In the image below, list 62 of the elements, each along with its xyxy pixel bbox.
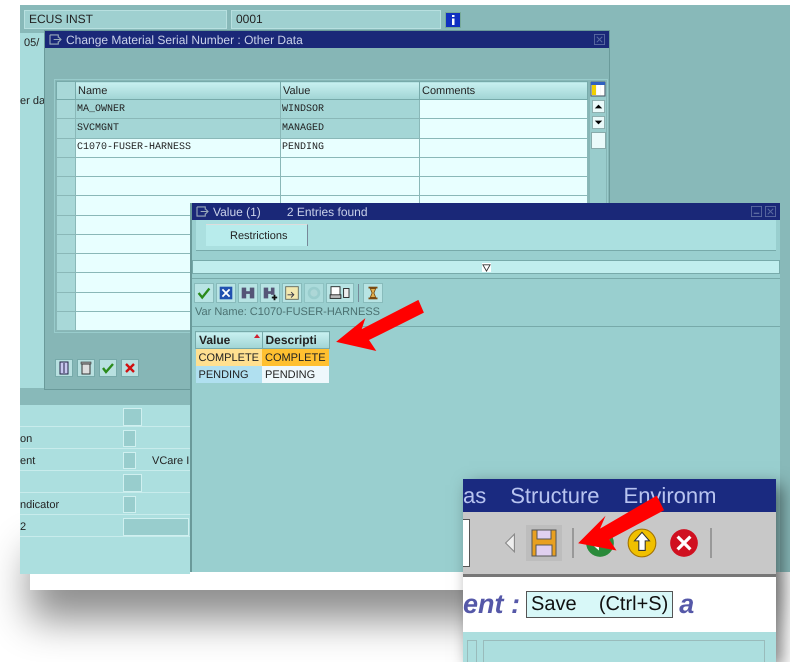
scroll-up-icon[interactable] [592,100,604,113]
checkbox[interactable] [123,452,136,469]
table-cell: SVCMGNT [76,118,280,138]
tooltip: Save (Ctrl+S) [526,591,674,618]
table-cell[interactable]: COMPLETE [196,348,262,366]
column-settings-icon[interactable] [590,81,606,97]
table-cell: PENDING [280,138,420,158]
up-icon[interactable] [626,527,658,559]
left-triangle-icon[interactable] [504,532,516,554]
column-header[interactable]: Value [196,332,262,348]
info-icon[interactable] [445,12,461,28]
field-label: ent [20,454,36,466]
column-header[interactable]: Comments [420,82,588,100]
field-label: on [20,432,32,444]
cancel-icon[interactable] [121,359,139,377]
input-field[interactable] [463,519,470,567]
trash-icon[interactable] [77,359,95,377]
field-label: VCare I [152,454,190,466]
window-title: Value (1) [213,204,261,218]
text-field[interactable]: 0001 [231,10,441,29]
expand-icon[interactable] [482,262,490,272]
close-icon[interactable] [594,34,605,45]
binoculars-plus-icon[interactable] [260,283,280,303]
table-cell: MA_OWNER [76,100,280,119]
cancel-icon[interactable] [668,527,700,559]
scrollbar-thumb[interactable] [590,132,606,149]
checkbox[interactable] [123,496,136,513]
check-icon[interactable] [99,359,117,377]
details-icon[interactable] [55,359,73,377]
menu-item[interactable]: as [463,482,486,508]
check-icon[interactable] [194,283,214,303]
window-title: Change Material Serial Number : Other Data [66,32,303,46]
screen-heading: ent : [463,589,520,620]
text-field[interactable]: ECUS INST [24,10,227,29]
binoculars-icon[interactable] [238,283,258,303]
window-icon [49,34,62,45]
close-icon[interactable] [765,206,776,217]
print-icon[interactable] [326,283,354,303]
table-cell[interactable]: PENDING [262,366,330,383]
table-cell: MANAGED [280,118,420,138]
column-header[interactable]: Value [280,82,420,100]
field-label: ndicator [20,498,60,510]
screen-heading: a [679,589,694,620]
field-label: 2 [20,520,26,532]
scroll-down-icon[interactable] [592,116,604,129]
column-header[interactable]: Name [76,82,280,100]
table-cell: C1070-FUSER-HARNESS [76,138,280,158]
field-label: 05/ [24,37,40,49]
table-cell: WINDSOR [280,100,420,119]
checkbox[interactable] [123,430,136,447]
window-icon [196,206,209,217]
table-cell[interactable]: PENDING [196,366,262,383]
column-header[interactable]: Descripti [262,332,330,348]
save-icon[interactable] [526,525,562,561]
window-subtitle: 2 Entries found [286,204,368,218]
minimize-icon[interactable] [751,206,762,217]
table-cell[interactable]: COMPLETE [262,348,330,366]
cancel-icon[interactable] [216,283,236,303]
sort-icon[interactable] [282,283,302,303]
tab[interactable]: Restrictions [206,224,308,246]
menu-item[interactable]: Structure [510,482,600,508]
hourglass-icon[interactable] [363,283,383,303]
